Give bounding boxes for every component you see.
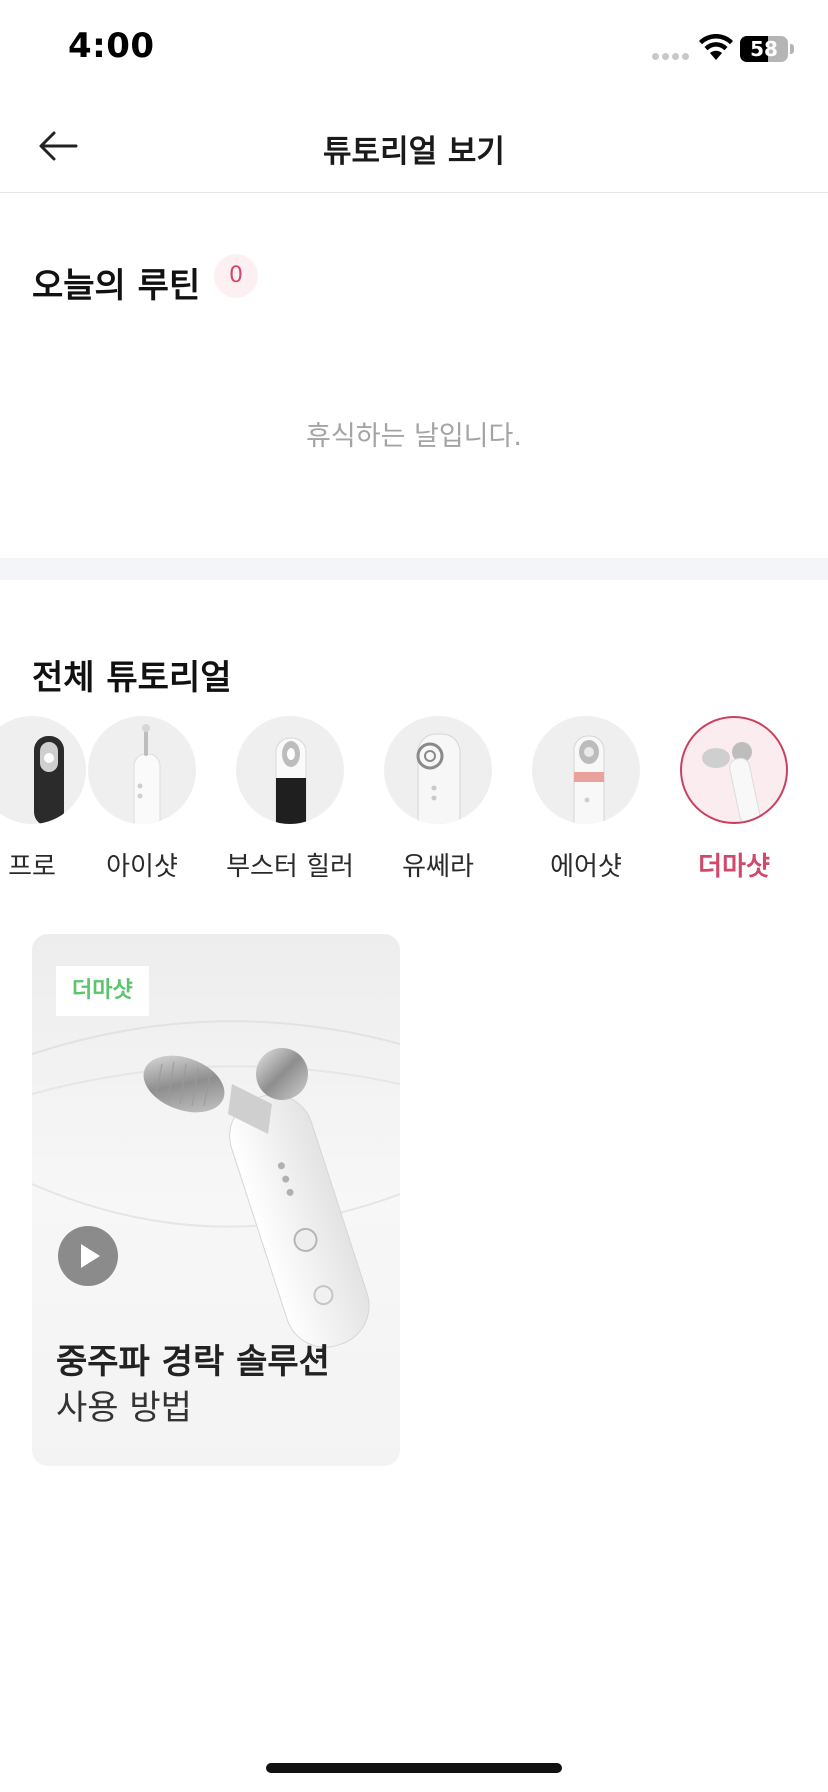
category-label: 아이샷: [106, 852, 178, 882]
device-eyeshot-thumbnail: [88, 716, 196, 824]
category-label: 부스터 힐러: [226, 852, 354, 882]
play-button[interactable]: [58, 1226, 118, 1286]
device-booster-healer-thumbnail: [236, 716, 344, 824]
battery-level: 58: [750, 37, 778, 61]
device-ucera-thumbnail: [384, 716, 492, 824]
routine-empty-message: 휴식하는 날입니다.: [306, 421, 522, 452]
all-tutorials-title: 전체 튜토리얼: [32, 658, 232, 698]
card-subtitle: 사용 방법: [56, 1388, 192, 1428]
category-item-booster-healer[interactable]: 부스터 힐러: [216, 716, 364, 886]
tutorial-card[interactable]: 더마샷 중주파 경락 솔루션 사용 방법: [32, 934, 400, 1466]
page-title: 튜토리얼 보기: [323, 134, 505, 170]
category-item-eyeshot[interactable]: 아이샷: [68, 716, 216, 886]
signal-icon: [652, 53, 692, 61]
wifi-icon: [699, 34, 733, 60]
device-airshot-thumbnail: [532, 716, 640, 824]
category-item-airshot[interactable]: 에어샷: [512, 716, 660, 886]
category-item-ucera[interactable]: 유쎄라: [364, 716, 512, 886]
category-label-selected: 더마샷: [698, 852, 770, 882]
today-routine-section: 오늘의 루틴 0 휴식하는 날입니다.: [0, 194, 828, 558]
header: 튜토리얼 보기: [0, 100, 828, 193]
category-carousel[interactable]: 프로 아이샷 부스터 힐러 유쎄라 에어샷 더마샷: [0, 716, 828, 886]
home-indicator: [266, 1763, 562, 1773]
category-label: 에어샷: [550, 852, 622, 882]
battery-icon: 58: [740, 36, 794, 62]
category-item-dermashot[interactable]: 더마샷: [660, 716, 808, 886]
play-icon: [81, 1244, 100, 1268]
category-label: 유쎄라: [402, 852, 474, 882]
card-title: 중주파 경락 솔루션: [56, 1342, 330, 1382]
section-divider: [0, 558, 828, 580]
routine-count-badge: 0: [214, 254, 258, 298]
status-time: 4:00: [68, 26, 155, 66]
card-category-tag: 더마샷: [56, 966, 149, 1016]
device-dermashot-thumbnail: [680, 716, 788, 824]
routine-title: 오늘의 루틴: [32, 266, 201, 306]
status-bar: 4:00 58: [0, 0, 828, 100]
